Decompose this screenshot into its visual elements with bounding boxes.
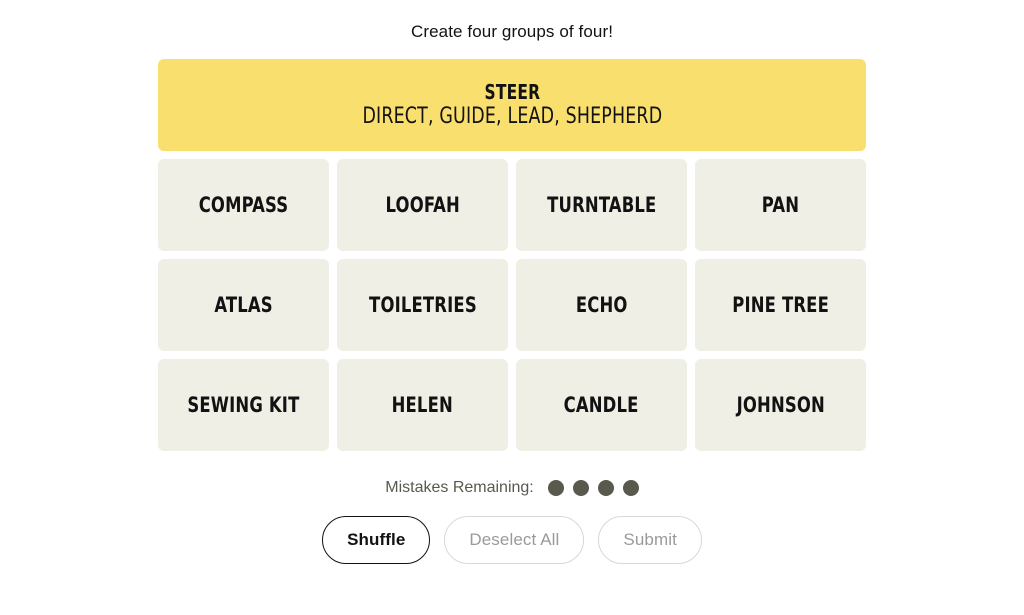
word-tile-label: TOILETRIES	[368, 293, 477, 317]
tile-row: ATLAS TOILETRIES ECHO PINE TREE	[158, 259, 866, 351]
solved-group-steer: STEER DIRECT, GUIDE, LEAD, SHEPHERD	[158, 59, 866, 151]
game-controls: Shuffle Deselect All Submit	[322, 516, 702, 564]
word-tile[interactable]: TURNTABLE	[516, 159, 687, 251]
mistakes-dots	[547, 480, 639, 496]
word-tile[interactable]: PINE TREE	[695, 259, 866, 351]
mistake-dot	[597, 480, 614, 496]
word-tile[interactable]: TOILETRIES	[337, 259, 508, 351]
word-tile-label: PINE TREE	[732, 293, 829, 317]
word-tile-label: SEWING KIT	[187, 393, 300, 417]
solved-group-members: DIRECT, GUIDE, LEAD, SHEPHERD	[362, 103, 662, 129]
word-tile-label: TURNTABLE	[546, 193, 657, 217]
page-title: Create four groups of four!	[410, 22, 614, 41]
mistake-dot	[547, 480, 564, 496]
shuffle-button[interactable]: Shuffle	[322, 516, 431, 564]
word-tile-label: ECHO	[575, 293, 628, 317]
word-tile[interactable]: ATLAS	[158, 259, 329, 351]
word-tile[interactable]: HELEN	[337, 359, 508, 451]
solved-group-category: STEER	[484, 79, 540, 104]
tile-row: COMPASS LOOFAH TURNTABLE PAN	[158, 159, 866, 251]
mistake-dot	[622, 480, 639, 496]
word-tile[interactable]: COMPASS	[158, 159, 329, 251]
mistakes-remaining-label: Mistakes Remaining:	[385, 479, 534, 496]
puzzle-board: STEER DIRECT, GUIDE, LEAD, SHEPHERD COMP…	[158, 59, 866, 451]
word-tile[interactable]: SEWING KIT	[158, 359, 329, 451]
connections-game: Create four groups of four! STEER DIRECT…	[0, 0, 1024, 615]
word-tile-label: CANDLE	[564, 393, 639, 417]
submit-button[interactable]: Submit	[598, 516, 702, 564]
word-tile[interactable]: PAN	[695, 159, 866, 251]
word-tile[interactable]: ECHO	[516, 259, 687, 351]
deselect-all-button[interactable]: Deselect All	[444, 516, 585, 564]
word-tile[interactable]: LOOFAH	[337, 159, 508, 251]
word-tile[interactable]: CANDLE	[516, 359, 687, 451]
word-tile-label: COMPASS	[198, 193, 289, 217]
word-tile[interactable]: JOHNSON	[695, 359, 866, 451]
mistake-dot	[572, 480, 589, 496]
word-tile-label: LOOFAH	[385, 193, 460, 217]
word-tile-label: ATLAS	[214, 293, 273, 317]
word-tile-label: JOHNSON	[736, 393, 825, 417]
word-tile-label: HELEN	[391, 393, 454, 417]
tile-row: SEWING KIT HELEN CANDLE JOHNSON	[158, 359, 866, 451]
word-tile-label: PAN	[761, 193, 800, 217]
mistakes-remaining: Mistakes Remaining:	[385, 478, 639, 498]
